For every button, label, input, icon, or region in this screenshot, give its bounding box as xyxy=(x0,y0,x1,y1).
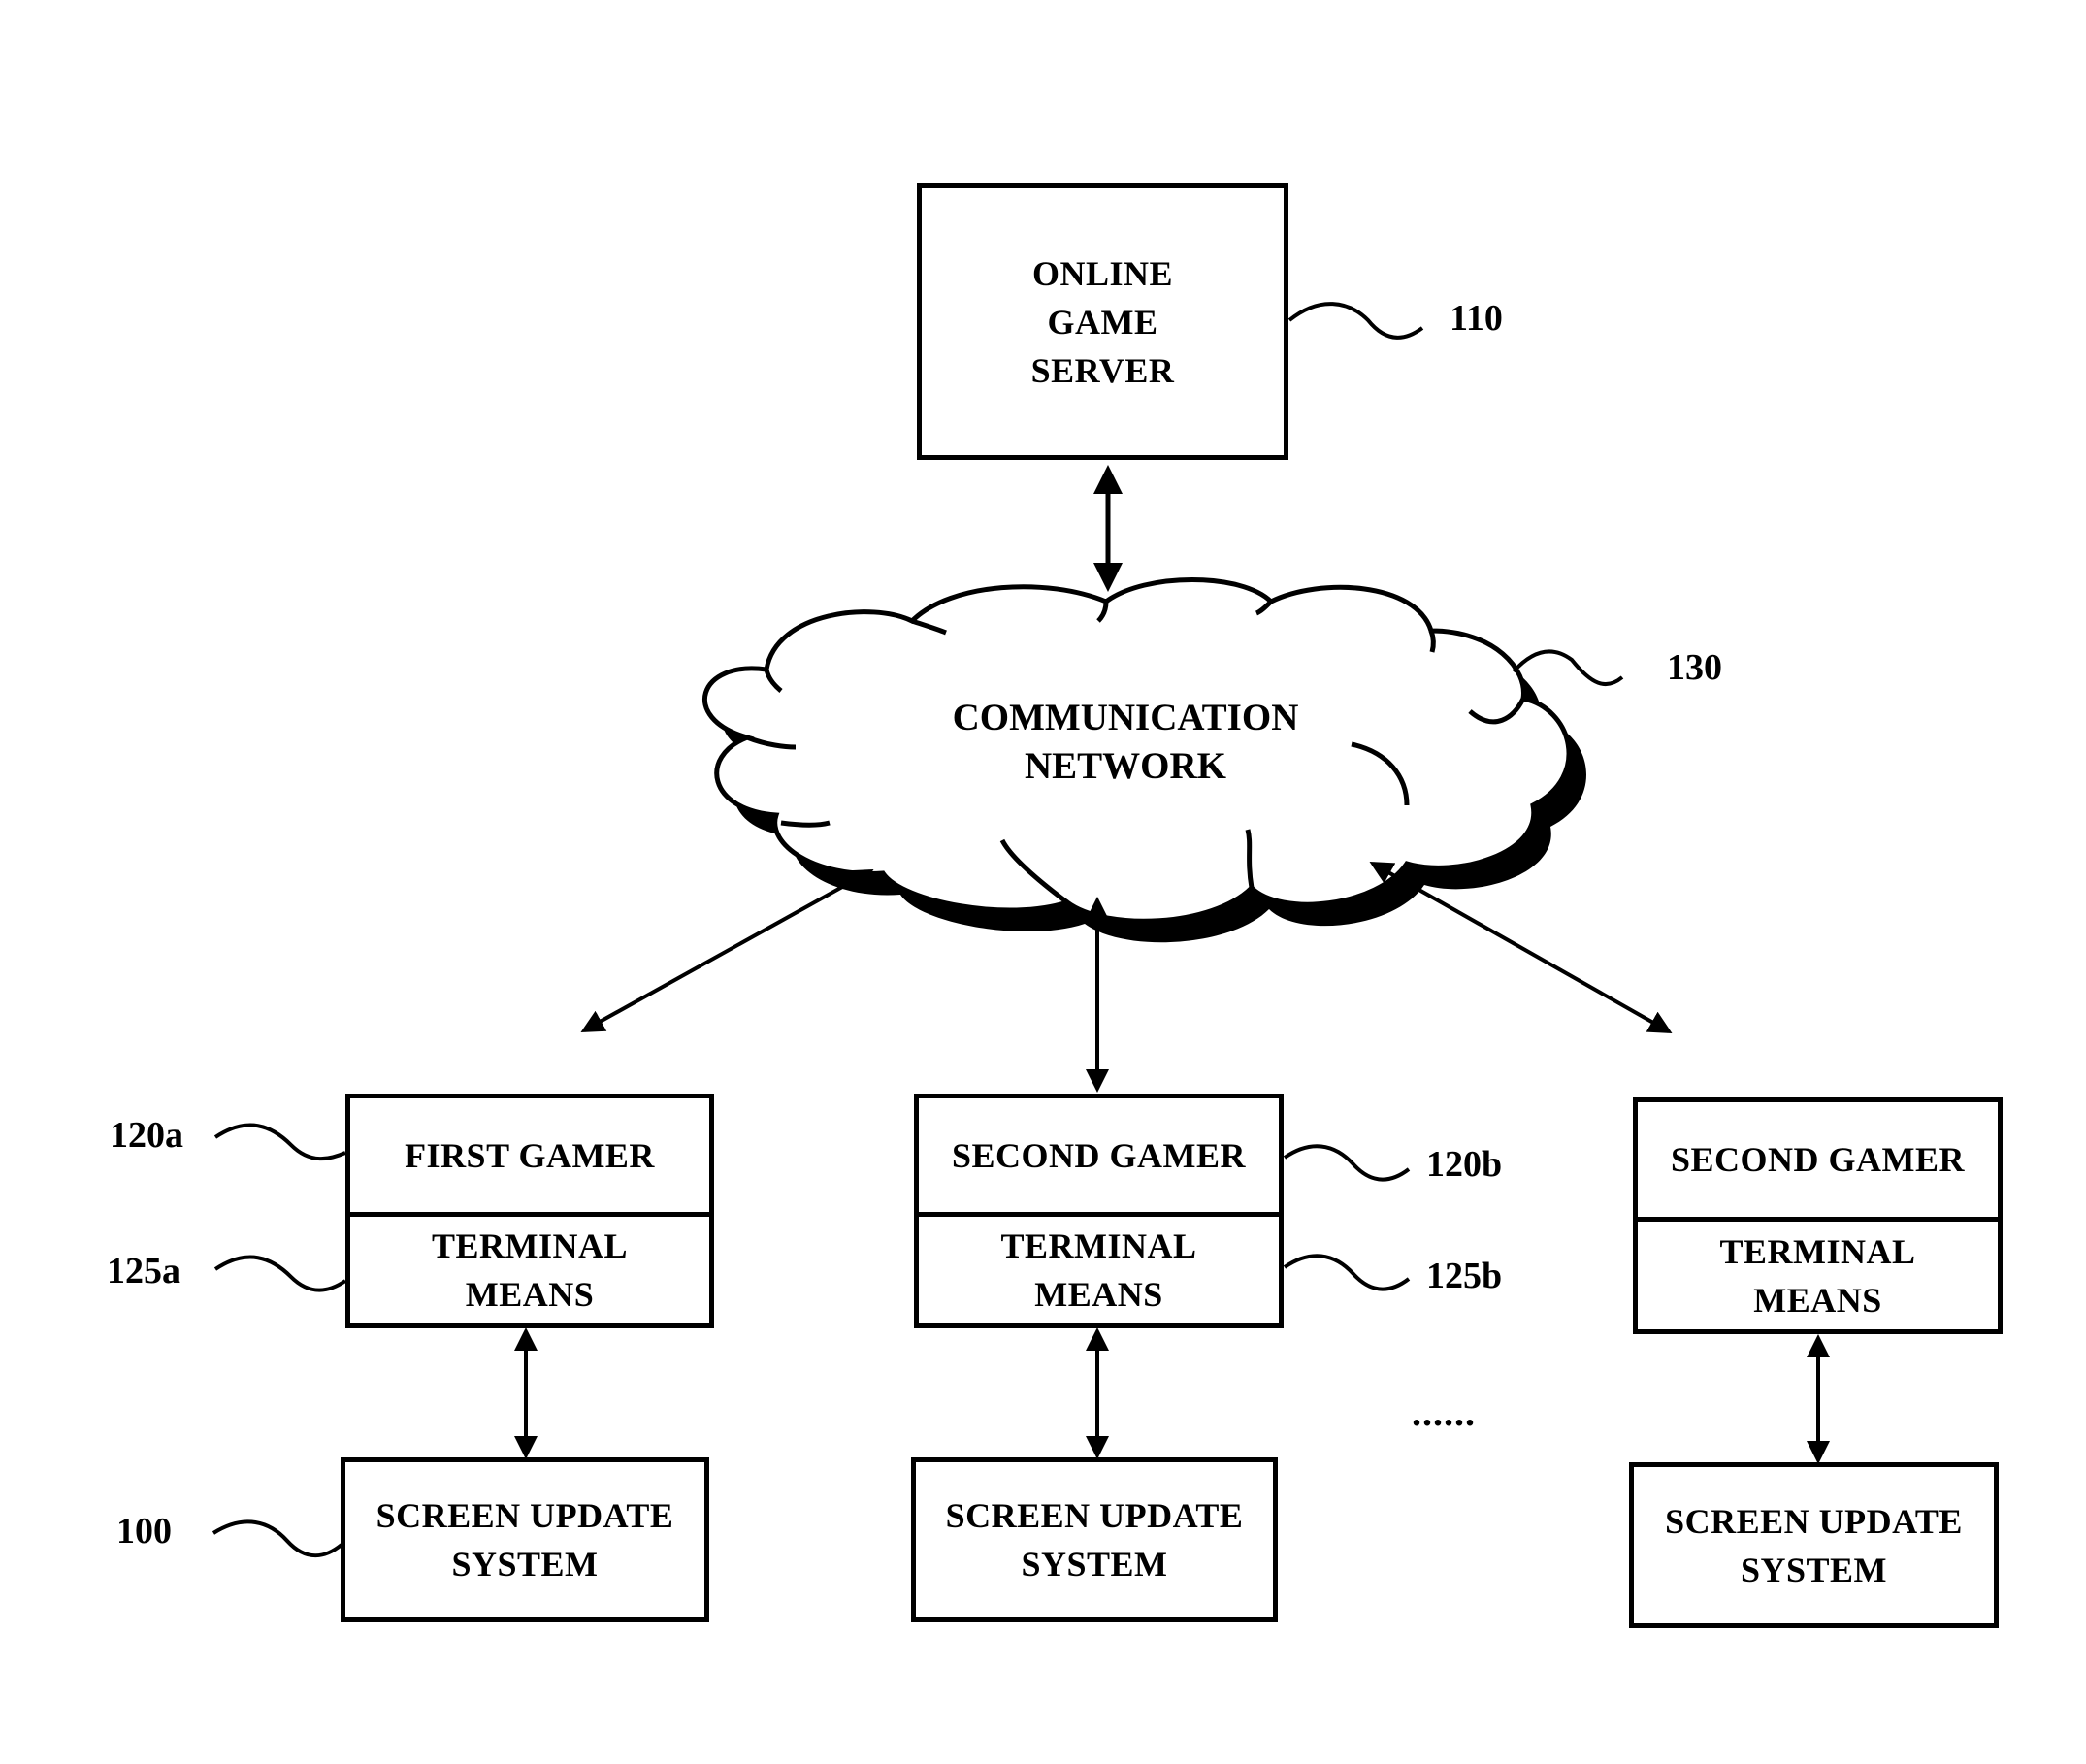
communication-network-label: COMMUNICATION NETWORK xyxy=(952,697,1299,787)
more-terminals-ellipsis: ...... xyxy=(1412,1390,1476,1434)
ref-label-125b: 125b xyxy=(1426,1256,1503,1296)
second-gamer-label: SECOND GAMER xyxy=(1670,1140,1966,1179)
ref-label-110: 110 xyxy=(1450,298,1503,339)
ref-label-100: 100 xyxy=(116,1511,172,1552)
screen-update-system-label: SCREEN UPDATE SYSTEM xyxy=(375,1496,674,1584)
ref-label-125a: 125a xyxy=(107,1251,180,1291)
leader-125a xyxy=(213,1255,347,1292)
ref-label-130: 130 xyxy=(1667,647,1722,688)
leader-120b xyxy=(1283,1144,1411,1182)
first-gamer-label: FIRST GAMER xyxy=(405,1135,655,1175)
network-terminal-c-link xyxy=(1369,862,1673,1033)
cloud-lobe-line xyxy=(780,820,831,828)
second-gamer-label: SECOND GAMER xyxy=(951,1135,1247,1175)
screen-update-system-box-a: SCREEN UPDATE SYSTEM xyxy=(341,1457,709,1622)
screen-update-system-label: SCREEN UPDATE SYSTEM xyxy=(1665,1501,1963,1589)
terminal-means-label: TERMINAL MEANS xyxy=(1638,1217,1998,1329)
terminal-means-label: TERMINAL MEANS xyxy=(350,1212,709,1323)
network-terminal-a-link xyxy=(580,869,874,1032)
third-gamer-terminal-box: SECOND GAMER TERMINAL MEANS xyxy=(1633,1097,2003,1334)
leader-100 xyxy=(212,1519,343,1558)
cloud-lobe-line xyxy=(1428,630,1436,653)
screen-update-system-label: SCREEN UPDATE SYSTEM xyxy=(945,1496,1244,1584)
online-game-server-label: ONLINE GAME SERVER xyxy=(1030,253,1175,390)
screen-update-system-box-c: SCREEN UPDATE SYSTEM xyxy=(1629,1462,1999,1628)
ref-label-120b: 120b xyxy=(1426,1144,1503,1185)
terminal-means-label: TERMINAL MEANS xyxy=(919,1212,1279,1323)
first-gamer-terminal-box: FIRST GAMER TERMINAL MEANS xyxy=(345,1094,714,1328)
leader-120a xyxy=(213,1123,346,1161)
ref-label-120a: 120a xyxy=(110,1115,183,1156)
second-gamer-terminal-box: SECOND GAMER TERMINAL MEANS xyxy=(914,1094,1284,1328)
leader-125b xyxy=(1283,1254,1411,1291)
online-game-server-box: ONLINE GAME SERVER xyxy=(917,183,1288,460)
screen-update-system-box-b: SCREEN UPDATE SYSTEM xyxy=(911,1457,1278,1622)
leader-130 xyxy=(1512,649,1624,687)
cloud-lobe-line xyxy=(1245,829,1255,889)
leader-110 xyxy=(1287,302,1424,340)
